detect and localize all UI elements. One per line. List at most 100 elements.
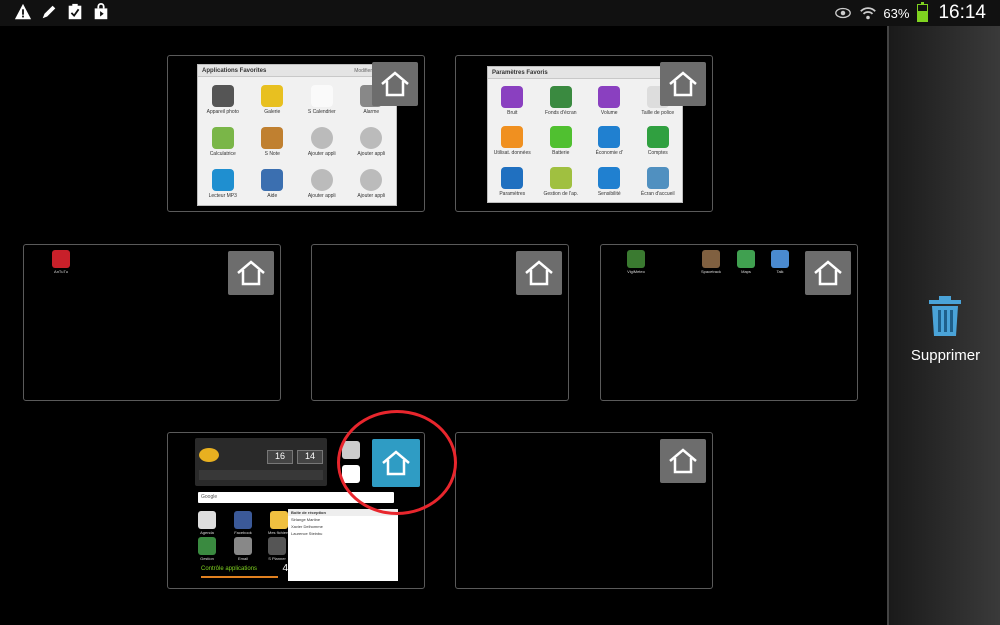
set-home-button[interactable]	[660, 439, 706, 483]
widget-app-item[interactable]: Ajouter appli	[347, 163, 397, 205]
app-icon	[234, 511, 252, 529]
app-icon-item[interactable]: Email	[234, 537, 252, 561]
app-icon-label: AnTuTu	[54, 269, 68, 274]
app-icon	[549, 86, 572, 109]
app-icon-item[interactable]: Talk	[771, 250, 789, 274]
set-home-button[interactable]	[805, 251, 851, 295]
eye-icon	[835, 7, 852, 19]
widget-app-item[interactable]: Sensibilité	[585, 162, 634, 202]
widget-app-item[interactable]: Ajouter appli	[297, 121, 347, 163]
widget-title: Paramètres Favoris	[492, 70, 548, 76]
app-icon[interactable]: AnTuTu	[52, 250, 70, 274]
home-screen-5[interactable]: VigiMeteo Spacetrack Maps Talk	[600, 244, 858, 401]
home-screen-4[interactable]	[311, 244, 569, 401]
app-icon	[646, 126, 669, 149]
widget-app-item[interactable]: Fonds d'écran	[537, 81, 586, 121]
app-icon	[360, 169, 383, 191]
app-icon	[261, 85, 284, 107]
app-icon-item[interactable]: S Planner	[268, 537, 286, 561]
app-control-widget[interactable]: Contrôle applications 4	[198, 563, 288, 579]
app-icon-item[interactable]: Gestion	[198, 537, 216, 561]
app-icon-item[interactable]: Agenda	[198, 511, 216, 535]
app-icon	[261, 169, 284, 191]
home-screen-3[interactable]: AnTuTu	[23, 244, 281, 401]
home-icon	[237, 260, 265, 286]
app-icon	[737, 250, 755, 268]
widget-edit-label: Modifier	[354, 68, 372, 74]
app-label: Ajouter appli	[307, 151, 336, 157]
widget-app-item[interactable]: Batterie	[537, 121, 586, 161]
set-home-button[interactable]	[660, 62, 706, 106]
widget-app-item[interactable]: Aide	[248, 163, 298, 205]
app-icon	[501, 126, 524, 149]
app-label: Volume	[600, 110, 618, 117]
app-icon	[211, 169, 234, 191]
home-icon	[669, 448, 697, 474]
favorite-settings-grid: Bruit Fonds d'écran Volume Taille de police…	[488, 81, 682, 202]
widget-app-item[interactable]: Ajouter appli	[297, 163, 347, 205]
widget-app-item[interactable]: Utilisat. données	[488, 121, 537, 161]
home-screen-2[interactable]: Paramètres Favoris Bruit Fonds d'écran Vol…	[455, 55, 713, 212]
clock-time: 16:14	[938, 2, 986, 23]
app-icon-label: Email	[237, 556, 248, 561]
app-label: Comptes	[647, 150, 668, 157]
set-home-button[interactable]	[228, 251, 274, 295]
app-icon-item[interactable]: Spacetrack	[701, 250, 721, 274]
battery-percent: 63%	[883, 5, 910, 21]
app-icon-item[interactable]: Facebook	[234, 511, 252, 535]
home-screen-1[interactable]: Applications Favorites Modifier Appareil…	[167, 55, 425, 212]
app-icon-label: S Planner	[268, 556, 286, 561]
app-label: Sensibilité	[597, 190, 621, 197]
app-icon	[211, 127, 234, 149]
widget-app-item[interactable]: Comptes	[634, 121, 683, 161]
widget-app-item[interactable]: Galerie	[248, 79, 298, 121]
widget-app-item[interactable]: Économie d'	[585, 121, 634, 161]
widget-app-item[interactable]: Écran d'accueil	[634, 162, 683, 202]
email-sender: Sirlange Martine	[291, 517, 321, 522]
app-label: Alarme	[363, 109, 380, 115]
search-label: Google	[201, 494, 218, 500]
app-control-count: 4	[282, 563, 288, 574]
widget-app-item[interactable]: Bruit	[488, 81, 537, 121]
app-label: Aide	[267, 193, 278, 199]
widget-app-item[interactable]: Volume	[585, 81, 634, 121]
app-label: Ajouter appli	[357, 151, 386, 157]
favorite-apps-widget: Applications Favorites Modifier Appareil…	[197, 64, 397, 206]
app-icon	[310, 169, 333, 191]
set-home-button[interactable]	[372, 62, 418, 106]
clock-hour: 16	[267, 450, 293, 464]
app-icon-label: Spacetrack	[701, 269, 722, 274]
warning-icon	[14, 3, 32, 20]
set-home-button[interactable]	[516, 251, 562, 295]
app-icon-item[interactable]: Mes fichiers	[268, 511, 289, 535]
app-icon	[702, 250, 720, 268]
widget-app-item[interactable]: Appareil photo	[198, 79, 248, 121]
widget-app-item[interactable]: S Note	[248, 121, 298, 163]
widget-app-item[interactable]: Paramètres	[488, 162, 537, 202]
app-icon-label: VigiMeteo	[627, 269, 645, 274]
app-icon	[310, 85, 333, 107]
pencil-icon	[42, 5, 56, 19]
widget-app-item[interactable]: Gestion de l'ap.	[537, 162, 586, 202]
app-icon-label: Maps	[741, 269, 751, 274]
wifi-icon	[860, 7, 877, 20]
clipboard-check-icon	[68, 3, 82, 20]
app-label: Ajouter appli	[307, 193, 336, 199]
app-icon-item[interactable]: Maps	[737, 250, 755, 274]
app-icon	[261, 127, 284, 149]
notification-icons	[14, 3, 110, 21]
email-sender: Xavier Delhomme	[291, 524, 323, 529]
app-label: Paramètres	[499, 190, 526, 197]
delete-drop-zone[interactable]: Supprimer	[887, 26, 1000, 625]
app-label: Calculatrice	[209, 151, 236, 157]
app-control-bar	[201, 576, 278, 578]
app-icon	[598, 86, 621, 109]
app-icon-item[interactable]: VigiMeteo	[627, 250, 645, 274]
widget-app-item[interactable]: Ajouter appli	[347, 121, 397, 163]
home-screen-7[interactable]	[455, 432, 713, 589]
widget-app-item[interactable]: Calculatrice	[198, 121, 248, 163]
widget-app-item[interactable]: S Calendrier	[297, 79, 347, 121]
widget-app-item[interactable]: Lecteur MP3	[198, 163, 248, 205]
forecast-strip	[199, 470, 323, 480]
app-label: Lecteur MP3	[208, 193, 237, 199]
